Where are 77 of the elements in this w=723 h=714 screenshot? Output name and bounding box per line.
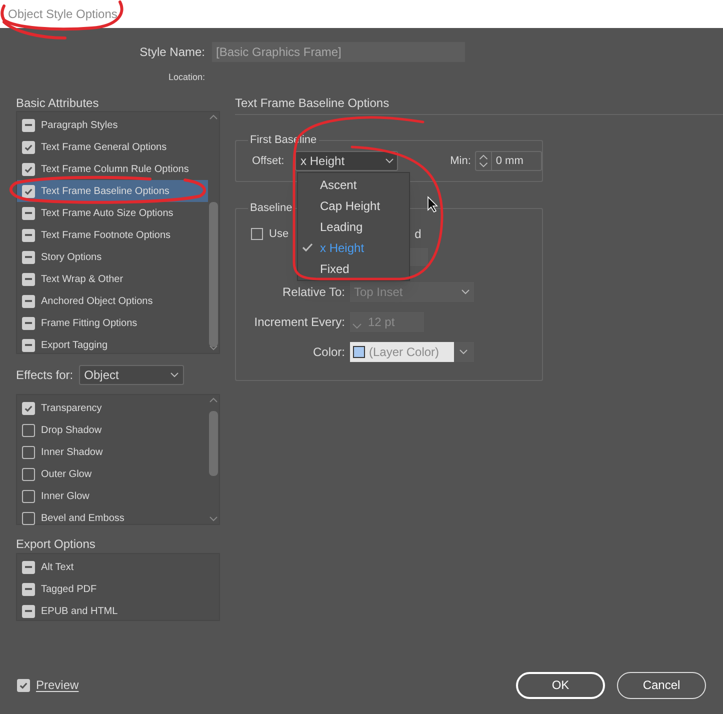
field-label: Increment Every: [253, 314, 346, 331]
field-label: Relative To: [282, 284, 346, 301]
checkbox[interactable] [22, 468, 35, 480]
check-icon [24, 142, 33, 152]
menu-item[interactable]: Fixed [298, 258, 409, 279]
checkbox[interactable] [22, 140, 35, 154]
list-item[interactable]: Text Frame Column Rule Options [17, 158, 208, 180]
list-item[interactable]: Text Frame Auto Size Options [17, 202, 208, 224]
caret-icon [461, 289, 470, 295]
check-icon [24, 164, 33, 174]
cursor-icon [427, 196, 438, 213]
checkbox[interactable] [22, 250, 35, 264]
menu-item[interactable]: Cap Height [298, 195, 409, 216]
caret-icon [170, 372, 180, 378]
checkbox[interactable] [17, 678, 30, 692]
list-item[interactable]: Outer Glow [17, 463, 208, 485]
field-label: Effects for: [16, 367, 74, 384]
list-item[interactable]: Story Options [17, 246, 208, 268]
menu-item[interactable]: Leading [298, 216, 409, 237]
caret-icon [385, 158, 394, 164]
offset-select[interactable]: x Height [294, 151, 398, 171]
field-label: Style Name: [138, 44, 205, 61]
checkbox[interactable] [22, 582, 35, 596]
check-icon [24, 186, 33, 196]
checkbox[interactable] [22, 424, 35, 436]
checkbox[interactable] [22, 604, 35, 618]
caret-icon [459, 349, 468, 355]
checkbox[interactable] [22, 560, 35, 574]
list-item[interactable]: Alt Text [17, 556, 219, 578]
field-label: Color: [312, 344, 346, 361]
menu-item[interactable]: x Height [298, 237, 409, 258]
check-icon [24, 404, 33, 412]
list-item[interactable]: EPUB and HTML [17, 600, 219, 622]
checkbox[interactable] [22, 184, 35, 198]
section-heading: Text Frame Baseline Options [235, 96, 390, 111]
checkbox[interactable] [22, 272, 35, 286]
field-label: Location: [167, 71, 205, 84]
list-item[interactable]: Text Wrap & Other [17, 268, 208, 290]
list-item[interactable]: Bevel and Emboss [17, 507, 208, 529]
list-item[interactable]: Text Frame Footnote Options [17, 224, 208, 246]
checkbox[interactable] [22, 118, 35, 132]
checkbox[interactable] [251, 228, 263, 240]
list-item[interactable]: Tagged PDF [17, 578, 219, 600]
field-label: Offset: [252, 154, 286, 169]
checkbox-label: Preview [36, 677, 79, 694]
section-heading: Basic Attributes [16, 96, 100, 111]
checkbox[interactable] [22, 316, 35, 330]
list-item[interactable]: Anchored Object Options [17, 290, 208, 312]
checkbox[interactable] [22, 446, 35, 458]
cancel-button[interactable]: Cancel [617, 672, 706, 698]
field-label: Min: [450, 154, 471, 169]
list-item[interactable]: Text Frame General Options [17, 136, 208, 158]
list-item[interactable]: Inner Glow [17, 485, 208, 507]
check-icon [302, 243, 313, 252]
checkbox-label: Use [269, 226, 289, 242]
list-item[interactable]: Inner Shadow [17, 441, 208, 463]
list-item[interactable]: Frame Fitting Options [17, 312, 208, 334]
list-item[interactable]: Paragraph Styles [17, 114, 208, 136]
checkbox[interactable] [22, 294, 35, 308]
checkbox[interactable] [22, 490, 35, 502]
checkbox-label: d [414, 226, 422, 243]
ok-button[interactable]: OK [516, 672, 605, 698]
checkbox[interactable] [22, 512, 35, 524]
list-item[interactable]: Export Tagging [17, 334, 208, 356]
checkbox[interactable] [22, 162, 35, 176]
list-item[interactable]: Transparency [17, 397, 208, 419]
menu-item[interactable]: Ascent [298, 174, 409, 195]
checkbox[interactable] [22, 228, 35, 242]
list-item[interactable]: Drop Shadow [17, 419, 208, 441]
checkbox[interactable] [22, 338, 35, 352]
window-title: Object Style Options [8, 6, 118, 23]
effects-select[interactable]: Object [79, 365, 184, 385]
checkbox[interactable] [22, 402, 35, 414]
section-heading: Export Options [16, 536, 96, 550]
min-spinner[interactable]: 0 mm [474, 151, 542, 171]
checkbox[interactable] [22, 206, 35, 220]
check-icon [19, 680, 28, 690]
